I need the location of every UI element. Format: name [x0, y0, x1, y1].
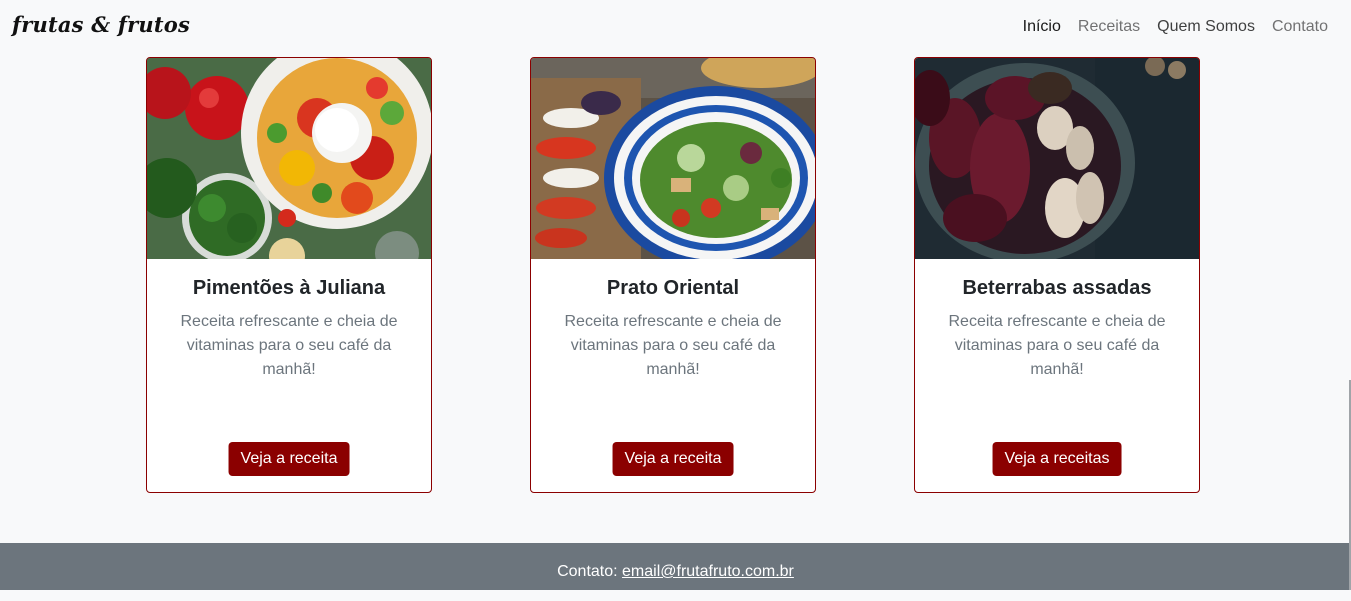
recipe-description: Receita refrescante e cheia de vitaminas…: [180, 313, 398, 378]
recipe-card: Beterrabas assadas Receita refrescante e…: [914, 57, 1200, 493]
view-recipe-button[interactable]: Veja a receitas: [992, 442, 1122, 476]
recipe-card: Prato Oriental Receita refrescante e che…: [530, 57, 816, 493]
footer-email-link[interactable]: email@frutafruto.com.br: [622, 563, 794, 580]
nav-menu: Início Receitas Quem Somos Contato: [1023, 18, 1328, 36]
view-recipe-button[interactable]: Veja a receita: [612, 442, 734, 476]
recipe-photo-roasted-beets: [915, 58, 1199, 259]
recipe-title: Beterrabas assadas: [962, 277, 1152, 299]
recipe-photo-oriental-salad: [531, 58, 815, 259]
nav-item-contato[interactable]: Contato: [1272, 18, 1328, 36]
recipe-title: Prato Oriental: [606, 277, 740, 299]
footer: Contato: email@frutafruto.com.br: [0, 543, 1351, 590]
view-recipe-button[interactable]: Veja a receita: [228, 442, 350, 476]
brand-logo[interactable]: frutas & frutos: [12, 12, 190, 37]
recipe-title: Pimentões à Juliana: [192, 277, 386, 299]
recipe-card: Pimentões à Juliana Receita refrescante …: [146, 57, 432, 493]
recipe-description: Receita refrescante e cheia de vitaminas…: [564, 313, 782, 378]
recipe-photo-peppers-salad: [147, 58, 431, 259]
nav-item-quem-somos[interactable]: Quem Somos: [1157, 18, 1255, 36]
nav-item-inicio[interactable]: Início: [1023, 18, 1061, 36]
footer-contact-label: Contato:: [557, 563, 618, 580]
navbar: frutas & frutos Início Receitas Quem Som…: [0, 0, 1351, 57]
recipe-description: Receita refrescante e cheia de vitaminas…: [948, 313, 1166, 378]
nav-item-receitas[interactable]: Receitas: [1078, 18, 1140, 36]
